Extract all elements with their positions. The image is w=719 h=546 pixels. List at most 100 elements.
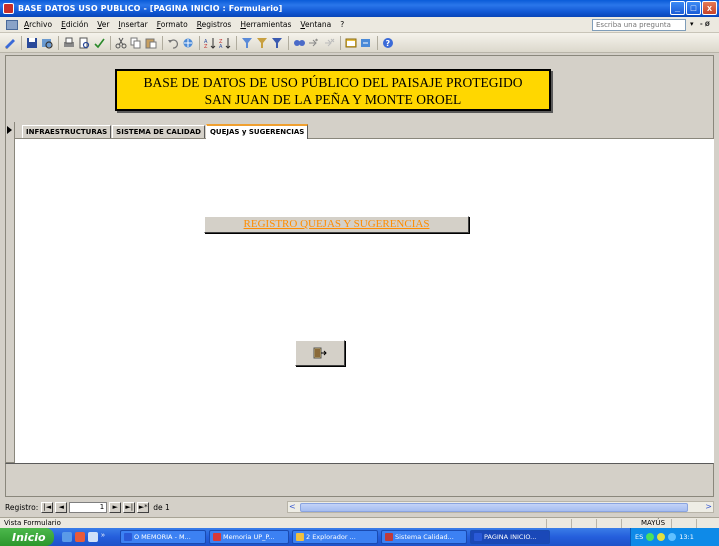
security-icon[interactable] — [668, 533, 677, 541]
record-selector[interactable] — [5, 122, 15, 463]
toolbar-separator — [288, 35, 289, 50]
access-quicklaunch-icon[interactable] — [75, 532, 85, 542]
horizontal-scrollbar[interactable]: < > — [287, 501, 714, 513]
copy-icon[interactable] — [129, 36, 142, 49]
task-label: O MEMORIA - M... — [134, 533, 191, 541]
tab-sistema-calidad[interactable]: SISTEMA DE CALIDAD — [112, 125, 205, 138]
quicklaunch-more-icon[interactable]: » — [101, 532, 105, 542]
chevron-down-icon[interactable]: ▾ — [690, 20, 694, 28]
filter-form-icon[interactable] — [255, 36, 268, 49]
access-icon — [385, 533, 393, 541]
show-desktop-icon[interactable] — [62, 532, 72, 542]
menu-archivo[interactable]: Archivo — [24, 20, 52, 29]
find-icon[interactable] — [292, 36, 305, 49]
task-memoria-up[interactable]: Memoria UP_P... — [209, 530, 289, 544]
menu-ver[interactable]: Ver — [97, 20, 109, 29]
close-button[interactable]: x — [702, 1, 717, 15]
toolbar-separator — [377, 35, 378, 50]
svg-text:A: A — [219, 44, 223, 49]
hyperlink-icon[interactable] — [181, 36, 194, 49]
network-icon[interactable] — [646, 533, 655, 541]
current-record-input[interactable]: 1 — [69, 501, 108, 513]
language-indicator[interactable]: ES — [635, 533, 643, 541]
delete-record-icon[interactable] — [322, 36, 335, 49]
search-icon[interactable] — [40, 36, 53, 49]
menu-edicion[interactable]: Edición — [61, 20, 88, 29]
task-memoria-doc[interactable]: O MEMORIA - M... — [120, 530, 206, 544]
form-document-icon[interactable] — [6, 19, 18, 30]
record-label: Registro: — [5, 502, 39, 512]
exit-door-icon — [313, 347, 327, 359]
menu-herramientas[interactable]: Herramientas — [240, 20, 291, 29]
task-label: Sistema Calidad... — [395, 533, 454, 541]
toolbar-separator — [110, 35, 111, 50]
preview-icon[interactable] — [77, 36, 90, 49]
task-label: PAGINA INICIO... — [484, 533, 537, 541]
status-caps-lock: MAYÚS — [641, 519, 666, 527]
last-record-button[interactable]: ►| — [123, 501, 136, 513]
task-label: 2 Explorador ... — [306, 533, 356, 541]
spelling-icon[interactable] — [92, 36, 105, 49]
save-icon[interactable] — [25, 36, 38, 49]
windows-taskbar: Inicio » O MEMORIA - M... Memoria UP_P..… — [0, 528, 719, 546]
next-record-button[interactable]: ► — [109, 501, 122, 513]
help-icon[interactable]: ? — [381, 36, 394, 49]
window-title: BASE DATOS USO PUBLICO - [PAGINA INICIO … — [18, 4, 283, 13]
toolbar-separator — [236, 35, 237, 50]
new-object-icon[interactable] — [359, 36, 372, 49]
sort-asc-icon[interactable]: AZ — [203, 36, 216, 49]
status-bar: Vista Formulario MAYÚS — [0, 517, 719, 528]
prev-record-button[interactable]: ◄ — [55, 501, 68, 513]
exit-button[interactable] — [295, 340, 345, 366]
tab-quejas-sugerencias[interactable]: QUEJAS y SUGERENCIAS — [205, 124, 309, 139]
cut-icon[interactable] — [114, 36, 127, 49]
apply-filter-icon[interactable] — [270, 36, 283, 49]
form-icon — [474, 533, 482, 541]
status-divider — [621, 519, 622, 528]
menu-insertar[interactable]: Insertar — [118, 20, 147, 29]
undo-icon[interactable] — [166, 36, 179, 49]
svg-text:?: ? — [385, 39, 390, 48]
svg-text:Z: Z — [204, 44, 208, 49]
maximize-button[interactable]: □ — [686, 1, 701, 15]
scroll-right-icon[interactable]: > — [705, 502, 712, 511]
window-controls: _ □ x — [670, 1, 717, 15]
menu-formato[interactable]: Formato — [157, 20, 188, 29]
access-app-icon[interactable] — [3, 3, 14, 14]
menu-ventana[interactable]: Ventana — [300, 20, 331, 29]
clock: 13:1 — [679, 533, 694, 541]
design-view-icon[interactable] — [3, 36, 16, 49]
ask-question-input[interactable] — [592, 19, 686, 31]
tab-strip: INFRAESTRUCTURAS SISTEMA DE CALIDAD QUEJ… — [22, 124, 309, 139]
task-explorador[interactable]: 2 Explorador ... — [292, 530, 378, 544]
pdf-icon — [213, 533, 221, 541]
first-record-button[interactable]: |◄ — [41, 501, 54, 513]
current-record-arrow-icon — [7, 126, 12, 134]
volume-icon[interactable] — [657, 533, 666, 541]
minimize-button[interactable]: _ — [670, 1, 685, 15]
mdi-window-controls[interactable]: - ø — [700, 19, 710, 28]
database-window-icon[interactable] — [344, 36, 357, 49]
registro-quejas-button[interactable]: REGISTRO QUEJAS Y SUGERENCIAS — [204, 216, 469, 233]
task-pagina-inicio[interactable]: PAGINA INICIO... — [470, 530, 550, 544]
new-record-button[interactable]: ►* — [137, 501, 150, 513]
task-sistema-calidad[interactable]: Sistema Calidad... — [381, 530, 467, 544]
window-title-bar[interactable]: BASE DATOS USO PUBLICO - [PAGINA INICIO … — [0, 0, 719, 17]
tab-infraestructuras[interactable]: INFRAESTRUCTURAS — [22, 125, 112, 138]
menu-help[interactable]: ? — [340, 20, 344, 29]
new-record-icon[interactable]: * — [307, 36, 320, 49]
status-view-mode: Vista Formulario — [4, 519, 61, 527]
start-button[interactable]: Inicio — [0, 528, 54, 546]
task-label: Memoria UP_P... — [223, 533, 275, 541]
scrollbar-thumb[interactable] — [300, 503, 688, 512]
explorer-quicklaunch-icon[interactable] — [88, 532, 98, 542]
record-navigation: Registro: |◄ ◄ 1 ► ►| ►* de 1 < > — [5, 500, 714, 514]
filter-selection-icon[interactable] — [240, 36, 253, 49]
form-toolbar: AZ ZA * ? — [0, 33, 719, 53]
paste-icon[interactable] — [144, 36, 157, 49]
menu-registros[interactable]: Registros — [197, 20, 232, 29]
sort-desc-icon[interactable]: ZA — [218, 36, 231, 49]
scroll-left-icon[interactable]: < — [289, 502, 296, 511]
print-icon[interactable] — [62, 36, 75, 49]
menu-bar: Archivo Edición Ver Insertar Formato Reg… — [0, 17, 719, 33]
